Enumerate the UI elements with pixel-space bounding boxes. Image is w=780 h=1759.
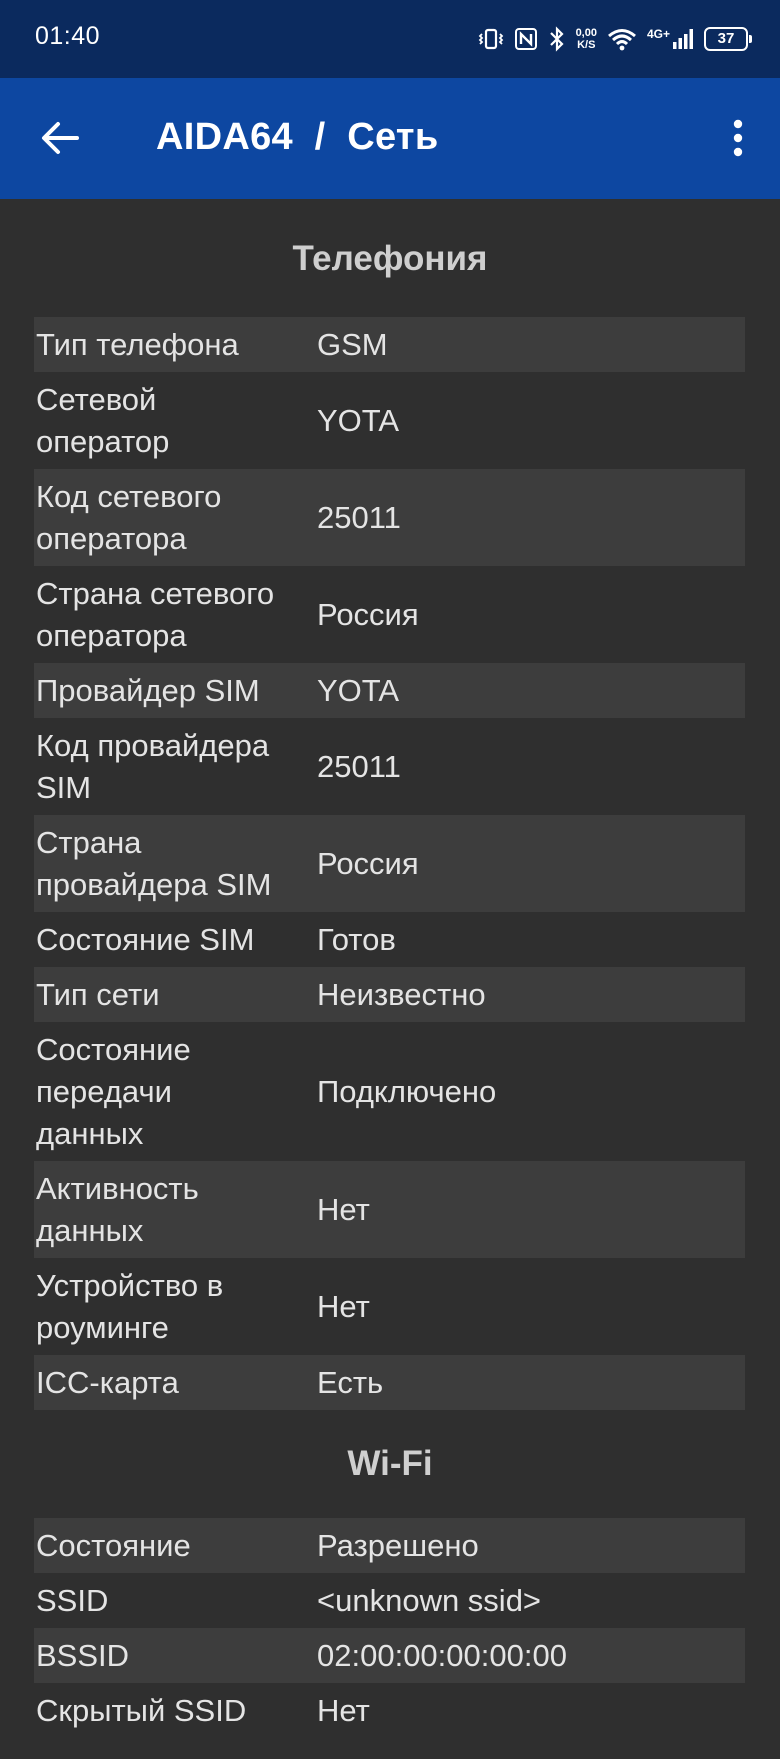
network-type-label: 4G+: [646, 27, 670, 41]
nfc-icon: [514, 27, 538, 51]
signal-bars-icon: [673, 29, 693, 49]
table-row: Состояние Разрешено: [34, 1518, 745, 1573]
status-time: 01:40: [35, 22, 101, 50]
row-value: 02:00:00:00:00:00: [317, 1637, 567, 1673]
row-label: Провайдер SIM: [36, 672, 260, 708]
table-row: Сетевой оператор YOTA: [34, 372, 745, 469]
table-row: Код провайдера SIM 25011: [34, 718, 745, 815]
row-label: Состояние: [36, 1527, 191, 1563]
arrow-back-icon: [42, 122, 79, 154]
table-row: Состояние SIM Готов: [34, 912, 745, 967]
network-speed-unit: K/S: [577, 39, 596, 51]
network-speed-value: 0,00: [575, 27, 597, 39]
vibrate-icon: [478, 27, 504, 51]
section-title-telephony: Телефония: [292, 239, 488, 278]
row-value: Готов: [317, 921, 396, 957]
table-row: Состояние передачи данных Подключено: [34, 1022, 745, 1161]
overflow-menu-button[interactable]: [718, 108, 758, 168]
more-vertical-icon: [733, 119, 743, 157]
app-bar: AIDA64 / Сеть: [0, 78, 780, 199]
row-value: Нет: [317, 1288, 370, 1324]
status-bar: 01:40 0,00 K/S 4G+ 37: [0, 0, 780, 78]
row-value: Разрешено: [317, 1527, 479, 1563]
row-label: Тип сети: [36, 976, 160, 1012]
section-title-wifi: Wi-Fi: [347, 1444, 433, 1483]
table-row: ICC-карта Есть: [34, 1355, 745, 1410]
table-row: Тип сети Неизвестно: [34, 967, 745, 1022]
row-value: <unknown ssid>: [317, 1582, 542, 1618]
table-row: Код сетевого оператора 25011: [34, 469, 745, 566]
back-button[interactable]: [30, 108, 90, 168]
wifi-icon: [607, 27, 637, 51]
row-value: YOTA: [317, 402, 400, 438]
table-row: Скрытый SSID Нет: [34, 1683, 745, 1738]
telephony-table: Тип телефона GSM Сетевой оператор YOTA К…: [34, 317, 745, 1410]
table-row: Тип телефона GSM: [34, 317, 745, 372]
wifi-table: Состояние Разрешено SSID <unknown ssid> …: [34, 1518, 745, 1738]
row-value: Неизвестно: [317, 976, 486, 1012]
row-label: Состояние передачи данных: [36, 1031, 191, 1151]
status-icons: 0,00 K/S 4G+ 37: [478, 22, 752, 56]
row-label: Код провайдера SIM: [36, 727, 270, 805]
table-row: Активность данных Нет: [34, 1161, 745, 1258]
page-title: AIDA64 / Сеть: [156, 116, 439, 158]
row-label: Код сетевого оператора: [36, 478, 222, 556]
row-value: 25011: [317, 499, 401, 535]
bluetooth-icon: [548, 26, 566, 52]
row-value: Есть: [317, 1364, 384, 1400]
table-row: BSSID 02:00:00:00:00:00: [34, 1628, 745, 1683]
row-value: YOTA: [317, 672, 400, 708]
row-label: Тип телефона: [36, 326, 239, 362]
table-row: Страна сетевого оператора Россия: [34, 566, 745, 663]
row-value: 25011: [317, 748, 401, 784]
row-label: Страна провайдера SIM: [36, 824, 272, 902]
row-value: GSM: [317, 326, 388, 362]
battery-indicator: 37: [704, 27, 752, 51]
row-value: Россия: [317, 845, 419, 881]
row-value: Нет: [317, 1191, 370, 1227]
row-value: Россия: [317, 596, 419, 632]
row-label: Активность данных: [36, 1170, 199, 1248]
content-area[interactable]: Телефония Тип телефона GSM Сетевой опера…: [0, 199, 780, 1759]
network-speed: 0,00 K/S: [576, 27, 597, 51]
row-label: Устройство в роуминге: [36, 1267, 224, 1345]
table-row: Страна провайдера SIM Россия: [34, 815, 745, 912]
row-label: BSSID: [36, 1637, 130, 1673]
table-row: SSID <unknown ssid>: [34, 1573, 745, 1628]
row-label: SSID: [36, 1582, 109, 1618]
table-row: Провайдер SIM YOTA: [34, 663, 745, 718]
row-value: Подключено: [317, 1073, 497, 1109]
row-label: Скрытый SSID: [36, 1692, 247, 1728]
table-row: Устройство в роуминге Нет: [34, 1258, 745, 1355]
row-label: Сетевой оператор: [36, 381, 170, 459]
row-value: Нет: [317, 1692, 370, 1728]
row-label: Страна сетевого оператора: [36, 575, 275, 653]
row-label: ICC-карта: [36, 1364, 179, 1400]
row-label: Состояние SIM: [36, 921, 255, 957]
cellular-signal: 4G+: [647, 28, 694, 50]
